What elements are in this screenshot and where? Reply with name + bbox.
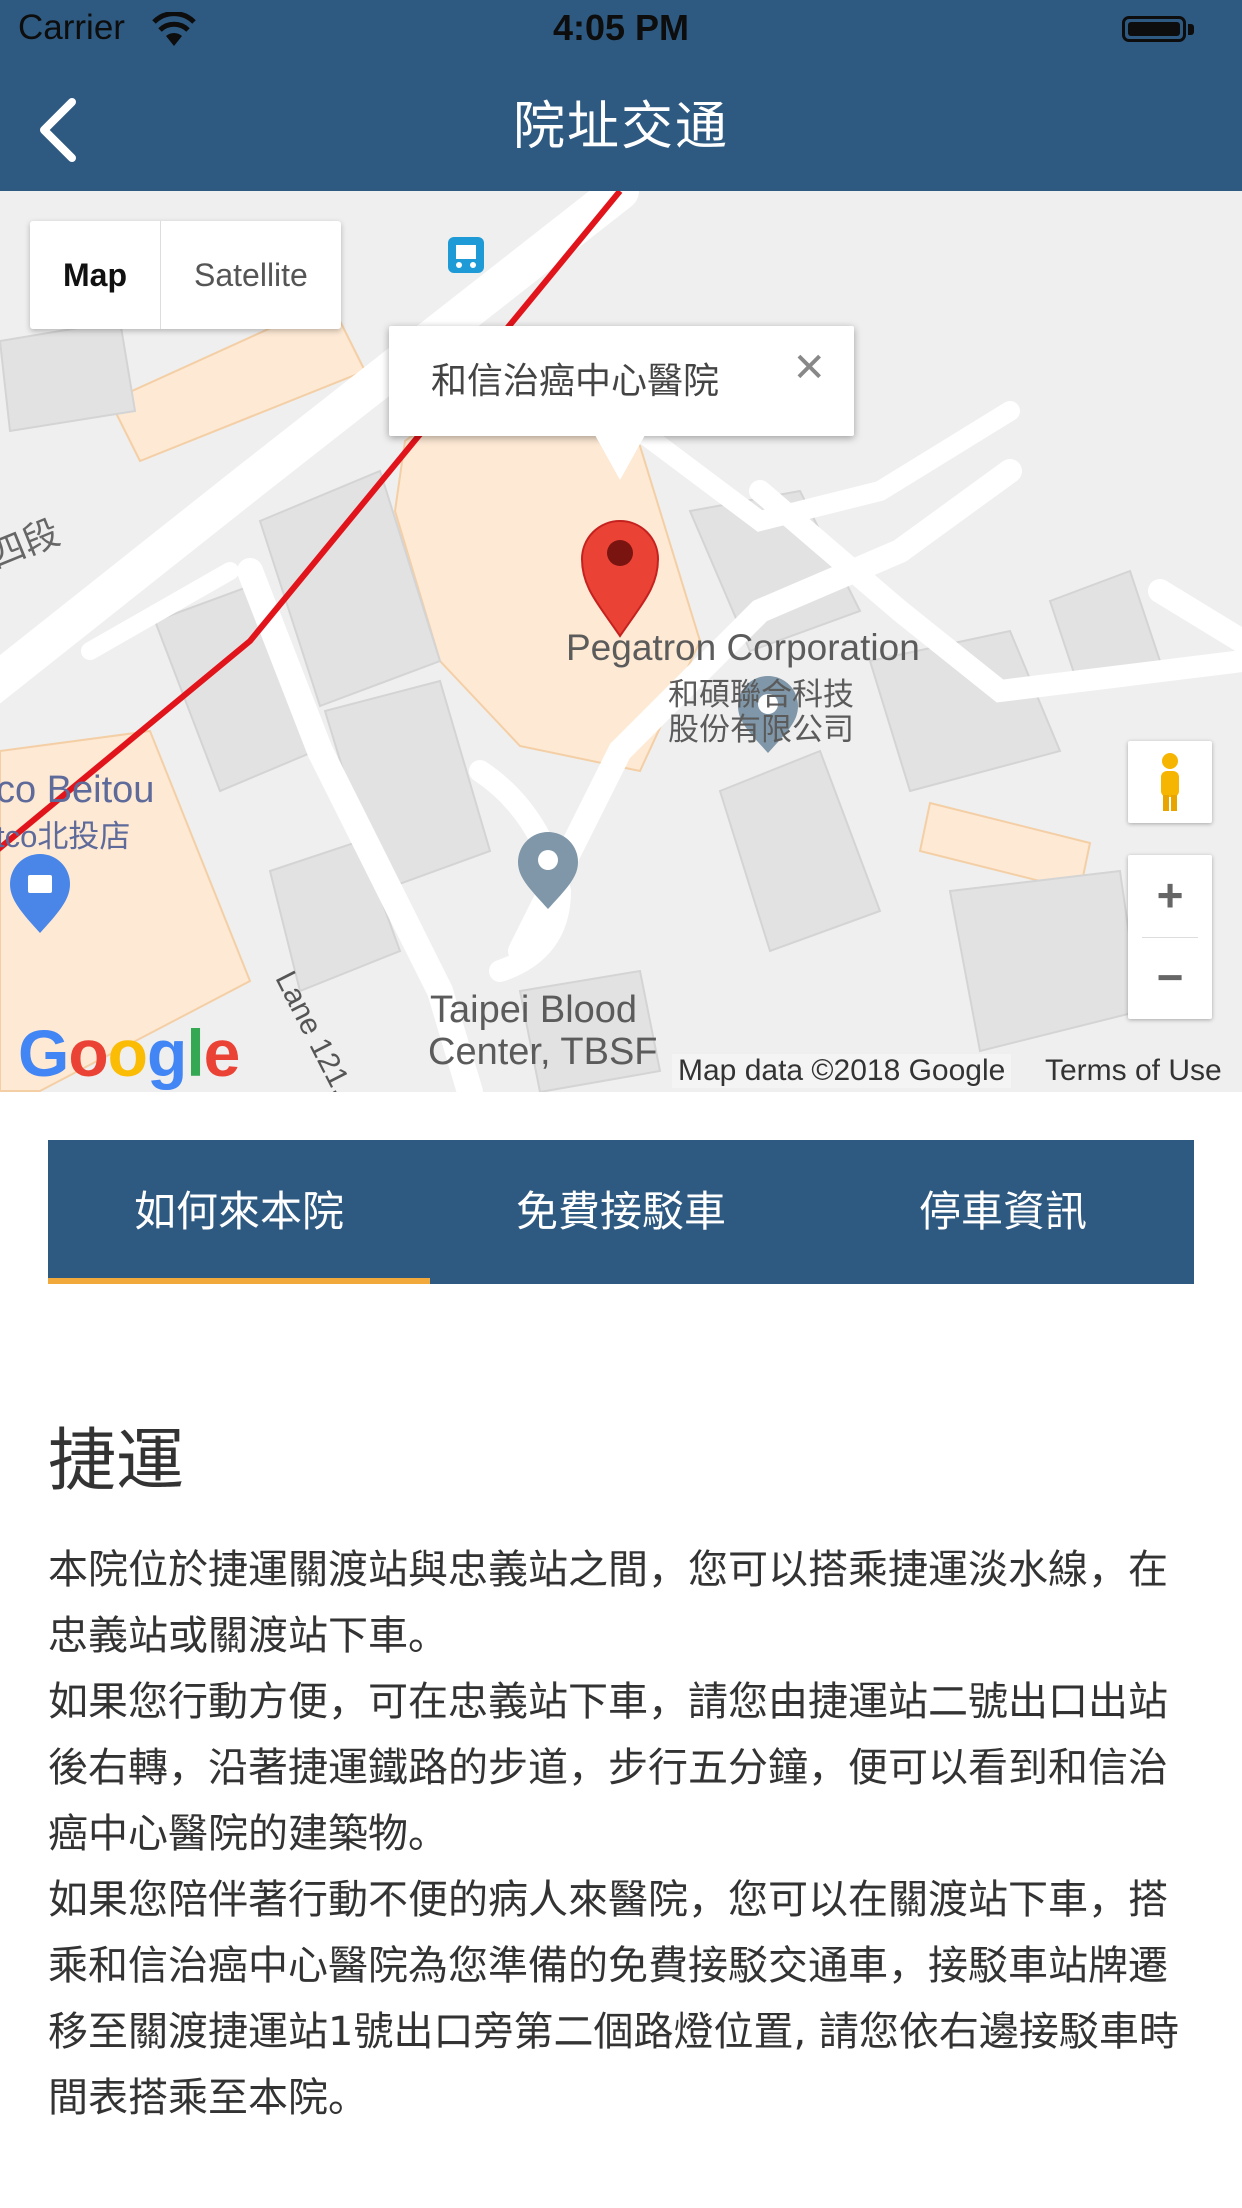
poi-label: tco北投店 (0, 819, 131, 854)
section-title: 捷運 (48, 1422, 185, 1501)
paragraph: 本院位於捷運關渡站與忠義站之間，您可以搭乘捷運淡水線，在忠義站或關渡站下車。 (48, 1547, 1168, 1659)
zoom-out-button[interactable]: − (1128, 937, 1212, 1019)
zoom-in-button[interactable]: + (1128, 855, 1212, 937)
battery-tip (1188, 24, 1194, 35)
info-window: 和信治癌中心醫院 ✕ (389, 326, 854, 436)
poi-label: Pegatron Corporation (566, 627, 920, 668)
pegman-icon (1161, 753, 1179, 811)
map-attribution: Map data ©2018 Google (672, 1054, 1012, 1088)
poi-label: Taipei Blood (430, 989, 638, 1031)
map-view[interactable]: 四段 Lane 121, Lide Road Pegatron Corporat… (0, 191, 1242, 1092)
tab-directions[interactable]: 如何來本院 (48, 1140, 430, 1284)
tab-shuttle[interactable]: 免費接駁車 (430, 1140, 812, 1284)
close-icon[interactable]: ✕ (792, 348, 826, 388)
map-type-control: Map Satellite (30, 221, 341, 329)
navigation-bar: Carrier 4:05 PM 院址交通 (0, 0, 1242, 191)
battery-icon (1122, 16, 1186, 42)
page-title: 院址交通 (512, 97, 729, 157)
map-type-satellite-button[interactable]: Satellite (161, 221, 341, 329)
tab-parking[interactable]: 停車資訊 (812, 1140, 1194, 1284)
terms-link[interactable]: Terms of Use (1045, 1054, 1222, 1088)
tab-bar: 如何來本院 免費接駁車 停車資訊 (48, 1140, 1194, 1284)
poi-label: Center, TBSF (428, 1031, 658, 1073)
poi-label: co Beitou (0, 769, 155, 811)
google-logo: Google (18, 1016, 240, 1090)
directions-text: 本院位於捷運關渡站與忠義站之間，您可以搭乘捷運淡水線，在忠義站或關渡站下車。 如… (48, 1537, 1198, 2131)
map-type-map-button[interactable]: Map (30, 221, 161, 329)
status-bar: Carrier 4:05 PM (0, 0, 1242, 60)
bus-stop-icon (448, 237, 484, 273)
street-view-pegman-button[interactable] (1128, 741, 1212, 823)
zoom-control: + − (1128, 855, 1212, 1019)
clock: 4:05 PM (552, 7, 690, 48)
paragraph: 如果您行動方便，可在忠義站下車，請您由捷運站二號出口出站後右轉，沿著捷運鐵路的步… (48, 1679, 1168, 1857)
paragraph: 如果您陪伴著行動不便的病人來醫院，您可以在關渡站下車，搭乘和信治癌中心醫院為您準… (48, 1877, 1179, 2121)
zoom-divider (1142, 937, 1198, 938)
info-window-title: 和信治癌中心醫院 (431, 361, 720, 402)
info-window-pointer (595, 435, 645, 480)
poi-label: 股份有限公司 (668, 712, 854, 747)
